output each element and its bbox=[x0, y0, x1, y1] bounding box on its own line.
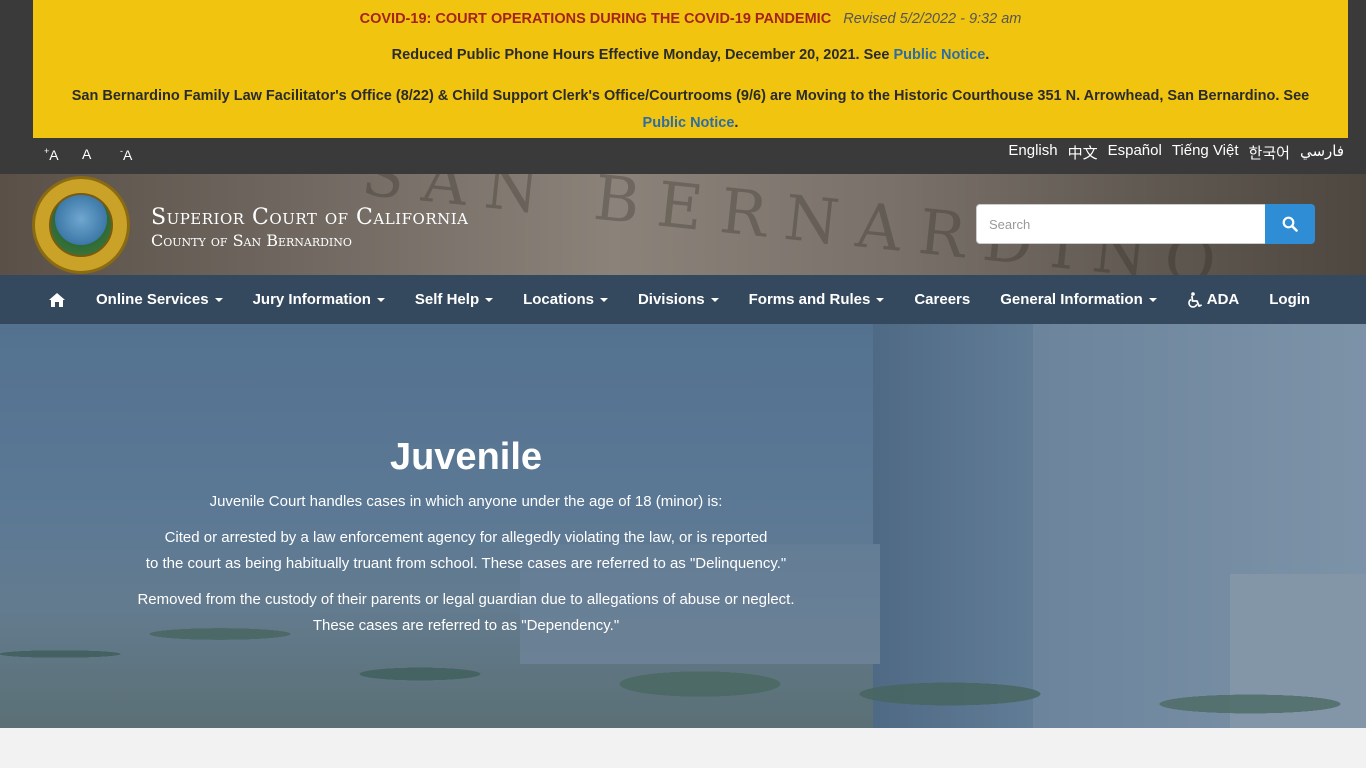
caret-down-icon bbox=[1148, 297, 1157, 302]
court-seal-logo[interactable] bbox=[32, 176, 130, 274]
delinquency-description: Cited or arrested by a law enforcement a… bbox=[96, 525, 836, 577]
nav-general-information[interactable]: General Information bbox=[985, 275, 1172, 324]
delinquency-line-1: Cited or arrested by a law enforcement a… bbox=[164, 529, 768, 546]
font-decrease-label: A bbox=[123, 146, 133, 163]
dependency-line-1: Removed from the custody of their parent… bbox=[137, 591, 795, 608]
dependency-line-2: These cases are referred to as "Dependen… bbox=[312, 617, 620, 634]
period: . bbox=[985, 47, 990, 63]
nav-careers[interactable]: Careers bbox=[899, 275, 985, 324]
search-icon bbox=[1282, 216, 1298, 232]
hero-intro: Juvenile Court handles cases in which an… bbox=[209, 493, 723, 510]
phone-hours-text: Reduced Public Phone Hours Effective Mon… bbox=[391, 47, 894, 63]
nav-label: Self Help bbox=[414, 291, 480, 308]
covid-line: COVID-19: COURT OPERATIONS DURING THE CO… bbox=[33, 11, 1348, 27]
nav-label: Careers bbox=[914, 291, 971, 308]
nav-forms-and-rules[interactable]: Forms and Rules bbox=[734, 275, 900, 324]
nav-label: Divisions bbox=[637, 291, 705, 308]
alert-banner-wrapper: COVID-19: COURT OPERATIONS DURING THE CO… bbox=[0, 0, 1366, 138]
nav-label: Locations bbox=[523, 291, 594, 308]
language-farsi[interactable]: فارسي bbox=[1300, 142, 1344, 163]
seal-center bbox=[49, 193, 113, 257]
nav-locations[interactable]: Locations bbox=[508, 275, 623, 324]
main-nav: Online Services Jury Information Self He… bbox=[0, 275, 1366, 324]
hero-content: Juvenile Juvenile Court handles cases in… bbox=[96, 436, 836, 649]
search-input[interactable] bbox=[976, 204, 1266, 244]
caret-down-icon bbox=[876, 297, 885, 302]
site-header: SAN BERNARDINO Superior Court of Califor… bbox=[0, 174, 1366, 275]
court-subtitle: County of San Bernardino bbox=[151, 231, 352, 250]
revised-date: Revised 5/2/2022 - 9:32 am bbox=[843, 11, 1022, 27]
nav-home[interactable] bbox=[33, 275, 81, 324]
language-korean[interactable]: 한국어 bbox=[1249, 142, 1290, 163]
language-english[interactable]: English bbox=[1008, 142, 1057, 163]
language-selector: English 中文 Español Tiếng Việt 한국어 فارسي bbox=[1008, 142, 1344, 163]
period: . bbox=[734, 115, 739, 131]
nav-divisions[interactable]: Divisions bbox=[623, 275, 734, 324]
caret-down-icon bbox=[485, 297, 494, 302]
font-normal-button[interactable]: A bbox=[82, 146, 120, 163]
nav-online-services[interactable]: Online Services bbox=[81, 275, 238, 324]
font-decrease-button[interactable]: -A bbox=[120, 146, 158, 163]
hero-section: Juvenile Juvenile Court handles cases in… bbox=[0, 324, 1366, 728]
nav-label: ADA bbox=[1206, 291, 1240, 308]
nav-label: General Information bbox=[1000, 291, 1143, 308]
court-title-block[interactable]: Superior Court of California County of S… bbox=[151, 205, 469, 250]
nav-self-help[interactable]: Self Help bbox=[400, 275, 508, 324]
caret-down-icon bbox=[376, 297, 385, 302]
wheelchair-icon bbox=[1187, 291, 1202, 308]
language-spanish[interactable]: Español bbox=[1108, 142, 1162, 163]
nav-login[interactable]: Login bbox=[1254, 275, 1325, 324]
font-size-controls: +A A -A bbox=[44, 146, 158, 163]
caret-down-icon bbox=[710, 297, 719, 302]
nav-label: Login bbox=[1269, 291, 1311, 308]
dependency-description: Removed from the custody of their parent… bbox=[96, 587, 836, 639]
home-icon bbox=[49, 292, 65, 307]
font-increase-button[interactable]: +A bbox=[44, 146, 82, 163]
language-chinese[interactable]: 中文 bbox=[1068, 142, 1098, 163]
phone-hours-notice: Reduced Public Phone Hours Effective Mon… bbox=[33, 47, 1348, 63]
alert-banner: COVID-19: COURT OPERATIONS DURING THE CO… bbox=[33, 0, 1348, 138]
move-notice-text: San Bernardino Family Law Facilitator's … bbox=[71, 88, 1310, 104]
covid-title-link[interactable]: COVID-19: COURT OPERATIONS DURING THE CO… bbox=[360, 11, 832, 27]
nav-label: Online Services bbox=[96, 291, 209, 308]
search-button[interactable] bbox=[1265, 204, 1315, 244]
public-notice-link-1[interactable]: Public Notice bbox=[893, 47, 985, 63]
nav-jury-information[interactable]: Jury Information bbox=[238, 275, 400, 324]
caret-down-icon bbox=[214, 297, 223, 302]
font-increase-label: A bbox=[49, 146, 59, 163]
court-title: Superior Court of California bbox=[151, 205, 469, 230]
nav-label: Jury Information bbox=[252, 291, 371, 308]
font-normal-label: A bbox=[82, 146, 92, 162]
utility-bar: +A A -A English 中文 Español Tiếng Việt 한국… bbox=[0, 138, 1366, 174]
caret-down-icon bbox=[599, 297, 608, 302]
delinquency-line-2: to the court as being habitually truant … bbox=[145, 555, 787, 572]
language-vietnamese[interactable]: Tiếng Việt bbox=[1172, 142, 1239, 163]
nav-ada[interactable]: ADA bbox=[1172, 275, 1255, 324]
page-title: Juvenile bbox=[389, 436, 543, 478]
move-notice: San Bernardino Family Law Facilitator's … bbox=[53, 83, 1328, 137]
nav-label: Forms and Rules bbox=[748, 291, 871, 308]
public-notice-link-2[interactable]: Public Notice bbox=[643, 115, 735, 131]
